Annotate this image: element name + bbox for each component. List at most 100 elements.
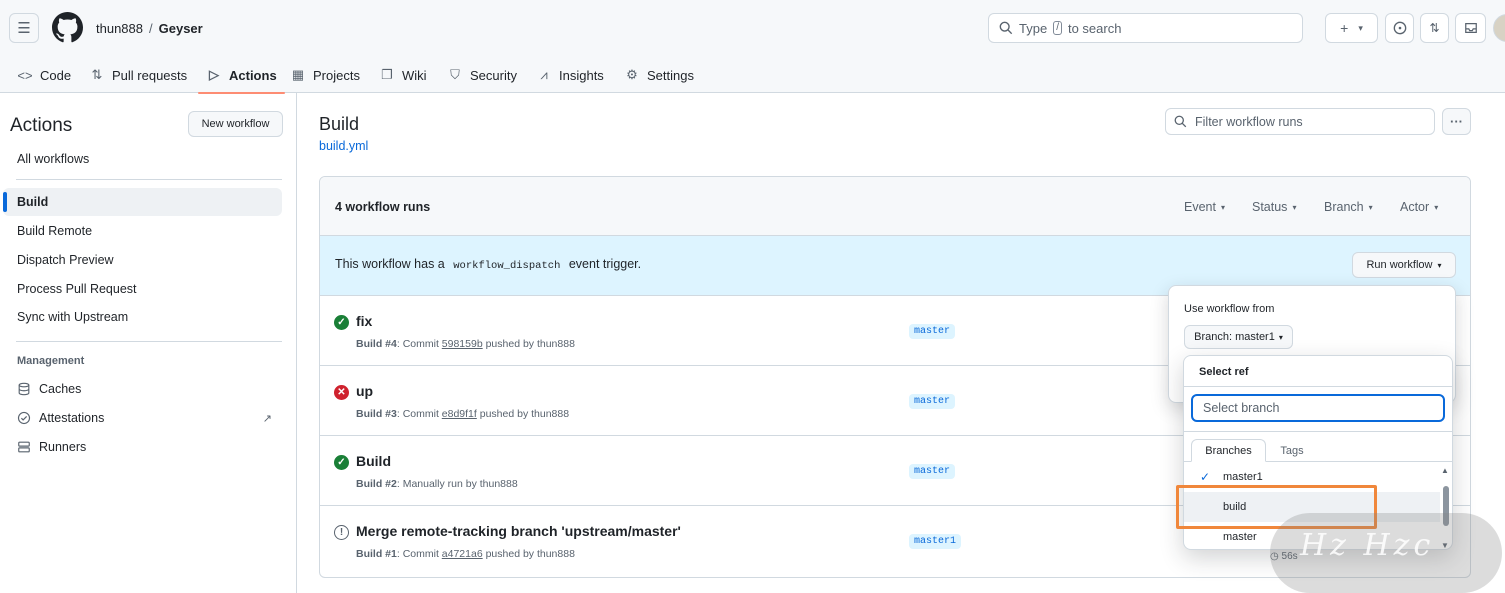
sidebar-item-build-remote[interactable]: Build Remote bbox=[3, 217, 282, 245]
banner-text: This workflow has a workflow_dispatch ev… bbox=[335, 257, 641, 274]
sidebar-item-runners[interactable]: Runners bbox=[3, 433, 282, 461]
github-logo-icon[interactable] bbox=[52, 12, 83, 43]
tab-tags[interactable]: Tags bbox=[1270, 439, 1314, 462]
issues-button[interactable] bbox=[1385, 13, 1414, 43]
breadcrumb-separator: / bbox=[149, 21, 153, 36]
run-title[interactable]: up bbox=[356, 383, 373, 399]
sidebar-item-attestations[interactable]: Attestations ↗ bbox=[3, 404, 282, 432]
run-subtitle: Build #4: Commit 598159b pushed by thun8… bbox=[356, 338, 575, 350]
run-workflow-name: Build bbox=[356, 408, 383, 420]
status-filter[interactable]: Status ▾ bbox=[1252, 200, 1296, 214]
chevron-down-icon: ▾ bbox=[1278, 332, 1283, 342]
hamburger-icon: ☰ bbox=[17, 20, 31, 37]
search-suffix: to search bbox=[1067, 20, 1122, 36]
sidebar-item-label: Caches bbox=[39, 382, 82, 396]
repo-tabs: <> Code ⇅ Pull requests ▷ Actions ▦ Projects… bbox=[0, 57, 1505, 94]
sidebar-item-sync-with-upstream[interactable]: Sync with Upstream bbox=[3, 303, 282, 331]
run-number: #2 bbox=[385, 478, 397, 490]
external-link-icon: ↗ bbox=[262, 412, 272, 425]
tab-pull-requests[interactable]: ⇅ Pull requests bbox=[89, 57, 188, 93]
run-text: : Manually run by thun888 bbox=[396, 478, 518, 490]
tab-label: Code bbox=[40, 67, 72, 83]
run-title[interactable]: Build bbox=[356, 453, 391, 469]
actions-sidebar: Actions New workflow All workflows Build… bbox=[0, 93, 297, 593]
success-icon: ✓ bbox=[334, 455, 349, 470]
divider bbox=[1184, 431, 1452, 432]
tab-insights[interactable]: ⩘ Insights bbox=[536, 57, 603, 93]
server-icon bbox=[18, 441, 30, 453]
filter-label: Event bbox=[1184, 200, 1216, 214]
sidebar-item-caches[interactable]: Caches bbox=[3, 375, 282, 403]
sidebar-item-label: Runners bbox=[39, 440, 87, 454]
sidebar-item-process-pull-request[interactable]: Process Pull Request bbox=[3, 275, 282, 303]
tab-projects[interactable]: ▦ Projects bbox=[290, 57, 360, 93]
verified-icon bbox=[17, 411, 31, 425]
pull-request-icon: ⇅ bbox=[1429, 21, 1440, 35]
global-search-input[interactable]: Type / to search bbox=[988, 13, 1303, 43]
create-new-button[interactable]: + ▾ bbox=[1325, 13, 1378, 43]
branch-filter[interactable]: Branch ▾ bbox=[1324, 200, 1373, 214]
event-filter[interactable]: Event ▾ bbox=[1184, 200, 1225, 214]
global-header: ☰ thun888 / Geyser Type / to search + ▾ ⇅ <> C… bbox=[0, 0, 1505, 94]
commit-link[interactable]: e8d9f1f bbox=[442, 408, 477, 420]
kebab-icon: ··· bbox=[1450, 114, 1463, 129]
tab-code[interactable]: <> Code bbox=[17, 57, 71, 93]
database-icon bbox=[18, 382, 30, 396]
tab-settings[interactable]: ⚙ Settings bbox=[624, 57, 694, 93]
inbox-button[interactable] bbox=[1455, 13, 1486, 43]
run-number: #1 bbox=[385, 548, 397, 560]
sidebar-item-label: Attestations bbox=[39, 411, 105, 425]
run-subtitle: Build #3: Commit e8d9f1f pushed by thun8… bbox=[356, 408, 569, 420]
tab-branches[interactable]: Branches bbox=[1191, 439, 1266, 462]
new-workflow-button[interactable]: New workflow bbox=[188, 111, 283, 137]
branch-select-button[interactable]: Branch: master1 ▾ bbox=[1184, 325, 1293, 349]
sidebar-item-all-workflows[interactable]: All workflows bbox=[3, 145, 282, 173]
avatar[interactable] bbox=[1493, 14, 1505, 42]
inbox-icon bbox=[1464, 23, 1477, 33]
sidebar-item-build[interactable]: Build bbox=[3, 188, 282, 216]
filter-label: Actor bbox=[1400, 200, 1430, 214]
branch-label[interactable]: master1 bbox=[909, 534, 962, 549]
more-options-button[interactable]: ··· bbox=[1442, 108, 1471, 135]
actor-filter[interactable]: Actor ▾ bbox=[1400, 200, 1438, 214]
run-workflow-button[interactable]: Run workflow ▾ bbox=[1352, 252, 1456, 278]
branch-label[interactable]: master bbox=[909, 464, 956, 479]
filter-workflow-runs-input[interactable]: Filter workflow runs bbox=[1165, 108, 1435, 135]
breadcrumb: thun888 / Geyser bbox=[96, 21, 203, 36]
tab-wiki[interactable]: ❐ Wiki bbox=[379, 57, 426, 93]
sidebar-item-dispatch-preview[interactable]: Dispatch Preview bbox=[3, 246, 282, 274]
tab-label: Settings bbox=[647, 67, 694, 83]
scroll-up-icon[interactable]: ▲ bbox=[1441, 466, 1449, 475]
run-title[interactable]: fix bbox=[356, 313, 372, 329]
tab-actions[interactable]: ▷ Actions bbox=[198, 57, 285, 94]
run-text: : Commit bbox=[396, 408, 442, 420]
select-ref-header: Select ref bbox=[1184, 356, 1452, 387]
book-icon: ❐ bbox=[381, 67, 393, 82]
branch-label[interactable]: master bbox=[909, 394, 956, 409]
pull-requests-button[interactable]: ⇅ bbox=[1420, 13, 1449, 43]
sidebar-item-label: Process Pull Request bbox=[17, 282, 137, 296]
pull-request-icon: ⇅ bbox=[91, 67, 103, 82]
owner-link[interactable]: thun888 bbox=[96, 21, 143, 36]
plus-icon: + bbox=[1340, 20, 1349, 36]
use-workflow-from-label: Use workflow from bbox=[1184, 303, 1275, 315]
commit-link[interactable]: a4721a6 bbox=[442, 548, 483, 560]
shield-icon: ⛉ bbox=[450, 67, 460, 82]
page-title: Build bbox=[319, 114, 360, 134]
branch-label[interactable]: master bbox=[909, 324, 956, 339]
select-branch-placeholder: Select branch bbox=[1203, 401, 1280, 415]
watermark-text: Hz Hzc bbox=[1300, 528, 1435, 563]
graph-icon: ⩘ bbox=[540, 67, 548, 82]
repo-link[interactable]: Geyser bbox=[159, 21, 203, 36]
commit-link[interactable]: 598159b bbox=[442, 338, 483, 350]
branch-option-label: master bbox=[1223, 531, 1257, 543]
run-workflow-name: Build bbox=[356, 338, 383, 350]
tab-security[interactable]: ⛉ Security bbox=[447, 57, 517, 93]
select-branch-input[interactable]: Select branch bbox=[1191, 394, 1445, 422]
workflow-file-link[interactable]: build.yml bbox=[319, 139, 368, 153]
menu-button[interactable]: ☰ bbox=[9, 13, 39, 43]
run-title[interactable]: Merge remote-tracking branch 'upstream/m… bbox=[356, 523, 681, 539]
search-prefix: Type bbox=[1019, 20, 1048, 36]
run-subtitle: Build #2: Manually run by thun888 bbox=[356, 478, 518, 490]
divider bbox=[16, 341, 282, 342]
